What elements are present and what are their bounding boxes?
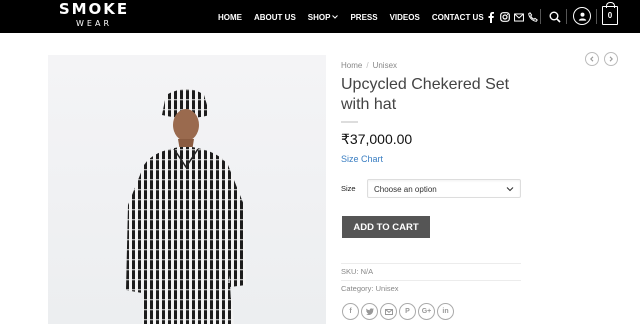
nav-home[interactable]: HOME [218,13,242,22]
twitter-icon[interactable] [361,303,378,320]
breadcrumb-category[interactable]: Unisex [373,61,397,70]
nav-press[interactable]: PRESS [350,13,377,22]
facebook-icon[interactable] [486,11,496,23]
breadcrumb: Home / Unisex [341,61,398,70]
user-icon [578,12,586,21]
email-icon[interactable] [514,11,524,23]
phone-icon[interactable] [528,11,538,23]
size-chart-link[interactable]: Size Chart [341,154,383,164]
header-divider [566,9,567,24]
category-label: Category: [341,284,374,293]
breadcrumb-home[interactable]: Home [341,61,362,70]
category: Category: Unisex [341,284,399,293]
add-to-cart-button[interactable]: ADD TO CART [342,216,430,238]
header-divider [540,9,541,24]
main-nav: HOME ABOUT US SHOP PRESS VIDEOS CONTACT … [218,10,496,24]
social-icons [486,10,542,24]
nav-contact-us[interactable]: CONTACT US [432,13,484,22]
chevron-left-icon [590,56,594,62]
instagram-icon[interactable] [500,11,510,23]
linkedin-icon[interactable]: in [437,303,454,320]
category-link[interactable]: Unisex [376,284,399,293]
header: SMOKE WEAR HOME ABOUT US SHOP PRESS VIDE… [0,0,640,33]
logo[interactable]: SMOKE WEAR [56,1,132,29]
size-label: Size [341,184,356,193]
facebook-icon[interactable]: f [342,303,359,320]
product-title: Upcycled Chekered Set with hat [341,76,510,113]
product-price: ₹37,000.00 [341,131,413,147]
chevron-down-icon [332,15,339,19]
divider [341,263,521,264]
google-plus-icon[interactable]: G+ [418,303,435,320]
product-image[interactable] [48,55,326,324]
logo-sub-text: WEAR [76,19,112,28]
title-divider [341,121,358,123]
cart-count: 0 [607,11,613,20]
logo-main-text: SMOKE [58,0,130,18]
nav-shop-label: SHOP [307,12,331,22]
cart-button[interactable]: 0 [602,2,618,25]
pinterest-icon[interactable]: P [399,303,416,320]
email-icon[interactable] [380,303,397,320]
share-buttons: f P G+ in [342,303,456,320]
model-illustration [126,89,246,324]
previous-product-button[interactable] [585,52,599,66]
nav-videos[interactable]: VIDEOS [390,13,420,22]
size-select[interactable]: Choose an option [367,179,521,198]
search-icon[interactable] [549,10,561,23]
chevron-right-icon [609,56,613,62]
nav-about-us[interactable]: ABOUT US [254,13,296,22]
nav-shop[interactable]: SHOP [308,13,339,22]
sku: SKU: N/A [341,267,373,276]
header-divider [596,9,597,24]
account-button[interactable] [573,7,591,25]
sku-value: N/A [360,267,374,276]
next-product-button[interactable] [604,52,618,66]
divider [341,280,521,281]
sku-label: SKU: [341,267,359,276]
size-select-value: Choose an option [374,185,437,194]
chevron-down-icon [506,187,514,192]
